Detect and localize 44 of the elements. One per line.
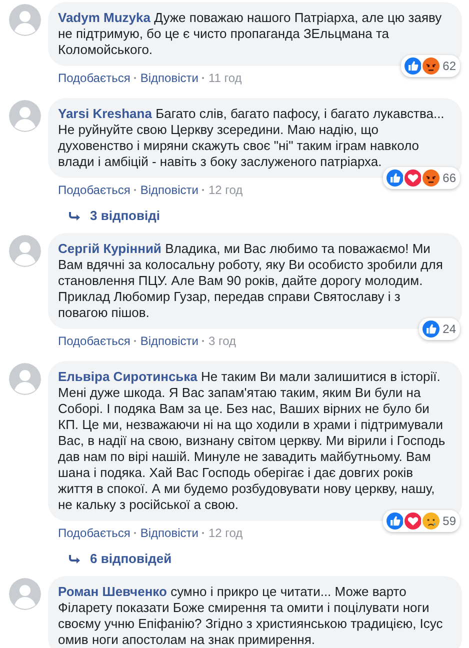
action-link[interactable]: Відповісти xyxy=(140,526,198,540)
reactions-badge[interactable]: 62 xyxy=(400,55,460,77)
avatar[interactable] xyxy=(9,235,41,267)
reactions-badge[interactable]: 24 xyxy=(418,318,460,340)
comment-text: Vadym Muzyka Дуже поважаю нашого Патріарха, але цю заяву не підтримую, бо це є чисто пропаганда ЗЕльцмана та Коломойського. xyxy=(58,10,442,57)
reply-arrow-icon xyxy=(68,554,82,564)
action-link[interactable]: Відповісти xyxy=(140,334,198,348)
author-link[interactable]: Ельвіра Сиротинська xyxy=(58,369,198,384)
reaction-count: 66 xyxy=(442,171,456,185)
author-link[interactable]: Роман Шевченко xyxy=(58,584,167,599)
action-link[interactable]: Відповісти xyxy=(140,71,198,85)
comment-text: Yarsi Kreshana Багато слів, багато пафосу, і багато лукавства... Не руйнуйте свою Церкву зсередини. Маю надію, що духовенство і миряни скажуть своє "ні" таким іграм навколо влади і амбіцій - навіть з боку заслуженого патріарха. xyxy=(58,106,444,169)
crying-face-icon xyxy=(420,511,441,531)
reactions-badge[interactable]: 59 xyxy=(382,510,460,532)
thumbs-up-icon xyxy=(420,319,441,339)
reactions-badge[interactable]: 66 xyxy=(382,167,460,189)
comment-text: Сергій Курінний Владика, ми Вас любимо та поважаємо! Ми Вам вдячні за колосальну роботу, яку Ви особисто зробили для становлення ПЦУ. Але Вам 90 років, дайте дорогу молодим. Приклад Любомир Гузар, передав справи Святославу і з повагою пішов. xyxy=(58,241,443,320)
thumbs-up-icon xyxy=(402,56,423,76)
thumbs-up-icon xyxy=(384,168,405,188)
replies-link[interactable]: 6 відповідей xyxy=(90,551,172,566)
angry-face-icon xyxy=(420,56,441,76)
reaction-count: 24 xyxy=(442,322,456,336)
reaction-count: 62 xyxy=(442,59,456,73)
action-link[interactable]: Подобається xyxy=(58,71,130,85)
author-link[interactable]: Yarsi Kreshana xyxy=(58,106,152,121)
heart-icon xyxy=(402,168,423,188)
angry-face-icon xyxy=(420,168,441,188)
action-link[interactable]: Відповісти xyxy=(140,183,198,197)
avatar[interactable] xyxy=(9,100,41,132)
avatar[interactable] xyxy=(9,578,41,610)
avatar[interactable] xyxy=(9,4,41,36)
comment-text: Ельвіра Сиротинська Не таким Ви мали залишитися в історії. Мені дуже шкода. Я Вас запам'ятаю таким, яким Ви були на Соборі. І подяка Вам за це. Без нас, Ваших вірних не було би КП. Це ми, незважаючи ні на що ходили в храми і підтримували Вас, в надії на свою, визнану світом церкву. Ми вірили і Господь дав нам по вірі нашій. Минуле не завадить майбутньому. Вам шана і подяка. Хай Вас Господь оберігає і дає довгих років життя в спокої. А ми будемо розбудовувати нову церкву, нашу, не кальку з російської а свою. xyxy=(58,369,446,512)
action-link[interactable]: Подобається xyxy=(58,183,130,197)
action-link[interactable]: Подобається xyxy=(58,526,130,540)
replies-link[interactable]: 3 відповіді xyxy=(90,208,160,223)
avatar[interactable] xyxy=(9,363,41,395)
action-link[interactable]: Подобається xyxy=(58,334,130,348)
reaction-count: 59 xyxy=(442,514,456,528)
comment-text: Роман Шевченко сумно і прикро це читати... Може варто Філарету показати Боже смирення та омити і поцілувати ноги своєму учню Епіфанію? Згідно з християнською традицією, Ісус омив ноги апостолам на знак примирення. xyxy=(58,584,443,647)
heart-icon xyxy=(402,511,423,531)
author-link[interactable]: Vadym Muzyka xyxy=(58,10,150,25)
thumbs-up-icon xyxy=(384,511,405,531)
reply-arrow-icon xyxy=(68,210,82,220)
author-link[interactable]: Сергій Курінний xyxy=(58,241,162,256)
